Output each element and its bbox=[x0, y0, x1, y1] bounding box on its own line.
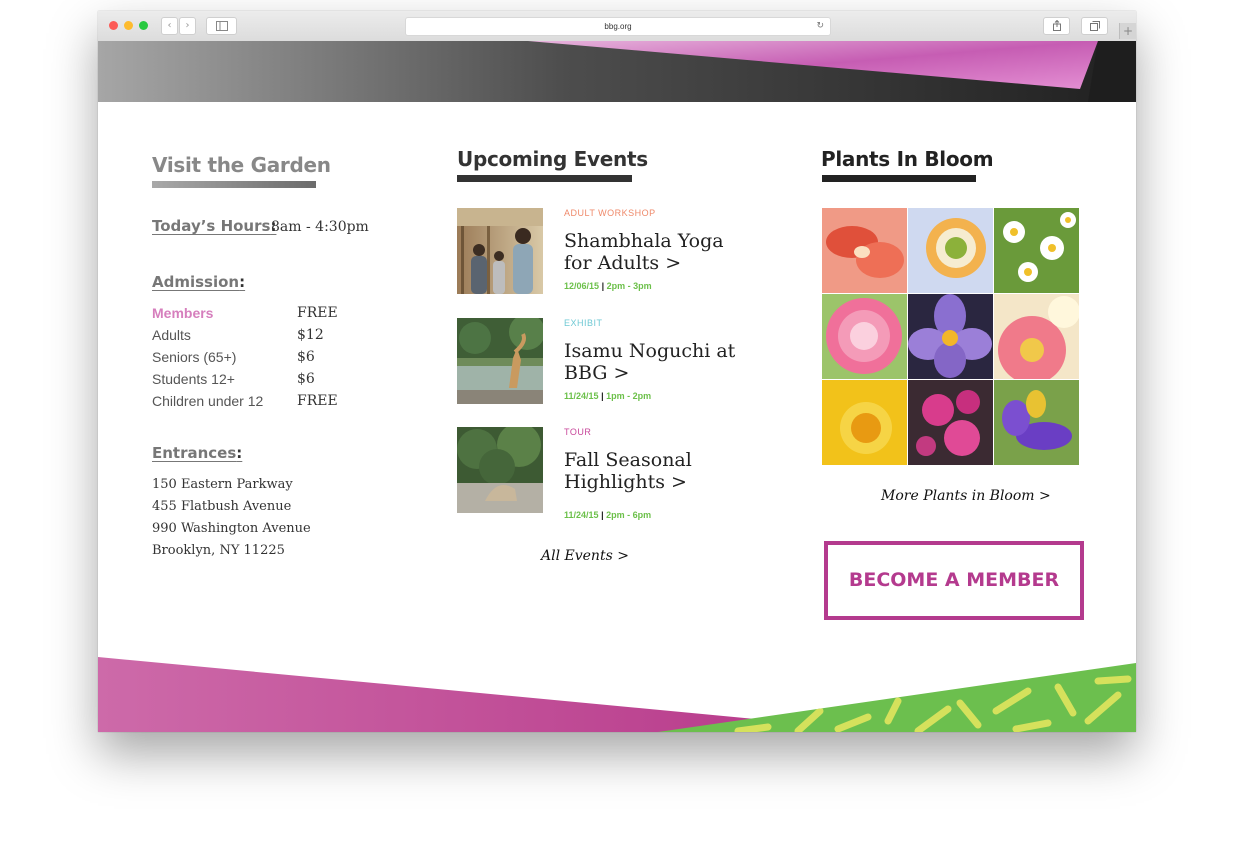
address-bar[interactable]: bbg.org ↻ bbox=[405, 17, 831, 36]
visit-heading-underline bbox=[152, 181, 316, 188]
reload-icon[interactable]: ↻ bbox=[816, 18, 824, 35]
admission-category: Students 12+ bbox=[152, 371, 235, 387]
admission-price: $12 bbox=[297, 327, 324, 343]
become-member-button[interactable]: BECOME A MEMBER bbox=[824, 541, 1084, 620]
share-icon bbox=[1052, 19, 1061, 31]
bloom-heading: Plants In Bloom bbox=[821, 147, 994, 171]
browser-toolbar: ‹ › bbg.org ↻ + bbox=[98, 11, 1136, 42]
entrance-address: 990 Washington Avenue bbox=[152, 521, 311, 536]
minimize-window-button[interactable] bbox=[124, 21, 133, 30]
plus-icon: + bbox=[1122, 24, 1134, 38]
plant-thumbnail-gerbera[interactable] bbox=[994, 294, 1079, 379]
plant-thumbnail-anemone[interactable] bbox=[908, 208, 993, 293]
plant-thumbnail-iris[interactable] bbox=[994, 380, 1079, 465]
events-heading: Upcoming Events bbox=[457, 147, 648, 171]
event-title-link[interactable]: Shambhala Yoga for Adults > bbox=[564, 230, 749, 274]
admission-label: Admission: bbox=[152, 273, 246, 291]
plants-grid bbox=[822, 208, 1080, 466]
visit-heading: Visit the Garden bbox=[152, 153, 331, 177]
admission-price: $6 bbox=[297, 349, 315, 365]
event-category: EXHIBIT bbox=[564, 318, 603, 328]
admission-price: FREE bbox=[297, 305, 338, 321]
zoom-window-button[interactable] bbox=[139, 21, 148, 30]
event-card[interactable]: ADULT WORKSHOP Shambhala Yoga for Adults… bbox=[457, 208, 747, 296]
entrance-address: Brooklyn, NY 11225 bbox=[152, 543, 285, 558]
forward-button[interactable]: › bbox=[179, 17, 196, 35]
event-thumbnail-noguchi[interactable] bbox=[457, 318, 543, 404]
admission-price: FREE bbox=[297, 393, 338, 409]
new-tab-button[interactable]: + bbox=[1119, 23, 1136, 39]
sidebar-icon bbox=[215, 21, 228, 31]
event-datetime: 11/24/15 | 1pm - 2pm bbox=[564, 391, 652, 401]
admission-row: Students 12+ $6 bbox=[152, 371, 382, 393]
plant-thumbnail-dianthus[interactable] bbox=[908, 380, 993, 465]
entrance-address: 455 Flatbush Avenue bbox=[152, 499, 292, 514]
admission-category: Seniors (65+) bbox=[152, 349, 237, 365]
share-button[interactable] bbox=[1043, 17, 1070, 35]
chevron-left-icon: ‹ bbox=[167, 20, 172, 31]
back-button[interactable]: ‹ bbox=[161, 17, 178, 35]
tabs-overview-button[interactable] bbox=[1081, 17, 1108, 35]
plant-thumbnail-crocus[interactable] bbox=[908, 294, 993, 379]
tabs-icon bbox=[1089, 21, 1100, 31]
plant-thumbnail-dahlia[interactable] bbox=[822, 294, 907, 379]
event-title-link[interactable]: Fall Seasonal Highlights > bbox=[564, 449, 749, 493]
event-title-link[interactable]: Isamu Noguchi at BBG > bbox=[564, 340, 749, 384]
url-text: bbg.org bbox=[604, 22, 632, 31]
chevron-right-icon: › bbox=[185, 20, 190, 31]
sidebar-toggle-button[interactable] bbox=[206, 17, 237, 35]
close-window-button[interactable] bbox=[109, 21, 118, 30]
admission-category: Children under 12 bbox=[152, 393, 264, 409]
browser-window: ‹ › bbg.org ↻ + Visit the Garden Today’s… bbox=[98, 11, 1136, 732]
hours-label: Today’s Hours: bbox=[152, 217, 277, 235]
plant-thumbnail-orchid[interactable] bbox=[822, 208, 907, 293]
events-heading-underline bbox=[457, 175, 632, 182]
admission-row: Adults $12 bbox=[152, 327, 382, 349]
plant-thumbnail-chamomile[interactable] bbox=[994, 208, 1079, 293]
event-category: TOUR bbox=[564, 427, 592, 437]
event-thumbnail-fall-tour[interactable] bbox=[457, 427, 543, 513]
admission-category: Members bbox=[152, 305, 214, 321]
event-datetime: 12/06/15 | 2pm - 3pm bbox=[564, 281, 652, 291]
event-card[interactable]: EXHIBIT Isamu Noguchi at BBG > 11/24/15 … bbox=[457, 318, 747, 406]
admission-row: Seniors (65+) $6 bbox=[152, 349, 382, 371]
admission-category: Adults bbox=[152, 327, 191, 343]
admission-row: Children under 12 FREE bbox=[152, 393, 382, 415]
entrance-address: 150 Eastern Parkway bbox=[152, 477, 293, 492]
footer-decoration bbox=[98, 657, 1136, 732]
all-events-link[interactable]: All Events > bbox=[541, 548, 629, 564]
more-plants-link[interactable]: More Plants in Bloom > bbox=[881, 488, 1051, 504]
admission-row: Members FREE bbox=[152, 305, 382, 327]
hours-value: 8am - 4:30pm bbox=[271, 219, 369, 235]
bloom-heading-underline bbox=[822, 175, 976, 182]
admission-price: $6 bbox=[297, 371, 315, 387]
event-datetime: 11/24/15 | 2pm - 6pm bbox=[564, 510, 652, 520]
hero-banner bbox=[98, 41, 1136, 102]
event-category: ADULT WORKSHOP bbox=[564, 208, 656, 218]
event-card[interactable]: TOUR Fall Seasonal Highlights > 11/24/15… bbox=[457, 427, 749, 520]
event-thumbnail-yoga[interactable] bbox=[457, 208, 543, 294]
entrances-label: Entrances: bbox=[152, 444, 243, 462]
plant-thumbnail-sunflower[interactable] bbox=[822, 380, 907, 465]
